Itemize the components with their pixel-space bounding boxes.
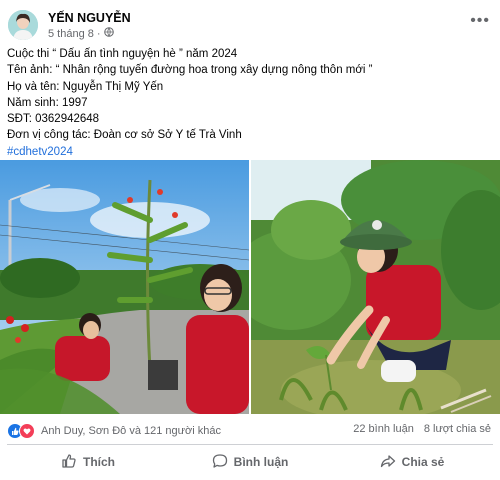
comment-label: Bình luận: [233, 455, 289, 469]
post-time[interactable]: 5 tháng 8: [48, 28, 94, 40]
action-bar: Thích Bình luận Chia sẻ: [7, 448, 493, 476]
comment-count[interactable]: 22 bình luận: [353, 423, 414, 435]
post-line: Đơn vị công tác: Đoàn cơ sở Sở Y tế Trà …: [7, 129, 242, 142]
avatar[interactable]: [8, 10, 38, 40]
post-meta: 5 tháng 8 ·: [48, 27, 114, 40]
reaction-names[interactable]: Anh Duy, Sơn Đô và 121 người khác: [41, 425, 221, 437]
post-line: Họ và tên: Nguyễn Thị Mỹ Yến: [7, 80, 164, 93]
post-stats: Anh Duy, Sơn Đô và 121 người khác 22 bìn…: [7, 420, 493, 440]
author-name[interactable]: YẾN NGUYỄN: [48, 11, 131, 25]
post-card: YẾN NGUYỄN 5 tháng 8 · ••• Cuộc thi “ Dấ…: [0, 0, 500, 480]
share-arrow-icon: [380, 453, 396, 472]
share-label: Chia sẻ: [401, 455, 445, 469]
engagement-counts: 22 bình luận 8 lượt chia sẻ: [353, 423, 491, 435]
like-button[interactable]: Thích: [7, 448, 169, 476]
post-line: Năm sinh: 1997: [7, 96, 88, 109]
stats-divider: [7, 444, 493, 445]
photo-grid: [0, 160, 500, 414]
post-line: Cuộc thi “ Dấu ấn tình nguyện hè ” năm 2…: [7, 48, 238, 60]
post-line: SĐT: 0362942648: [7, 113, 100, 126]
like-label: Thích: [83, 455, 115, 469]
reaction-summary[interactable]: Anh Duy, Sơn Đô và 121 người khác: [7, 423, 221, 439]
share-button[interactable]: Chia sẻ: [331, 448, 493, 476]
photo-planting-roadside[interactable]: [0, 160, 249, 414]
comment-bubble-icon: [212, 453, 228, 472]
share-count[interactable]: 8 lượt chia sẻ: [424, 423, 491, 435]
globe-icon: [103, 27, 114, 40]
post-header: YẾN NGUYỄN 5 tháng 8 · •••: [6, 8, 494, 44]
thumbs-up-icon: [61, 453, 77, 472]
post-line: Tên ảnh: “ Nhân rộng tuyến đường hoa tro…: [7, 64, 373, 77]
photo-planting-grass[interactable]: [251, 160, 500, 414]
post-body: Cuộc thi “ Dấu ấn tình nguyện hè ” năm 2…: [7, 46, 493, 160]
more-options-icon[interactable]: •••: [470, 12, 490, 30]
love-reaction-icon: [19, 423, 35, 439]
comment-button[interactable]: Bình luận: [169, 448, 331, 476]
hashtag-link[interactable]: #cdhetv2024: [7, 144, 493, 160]
